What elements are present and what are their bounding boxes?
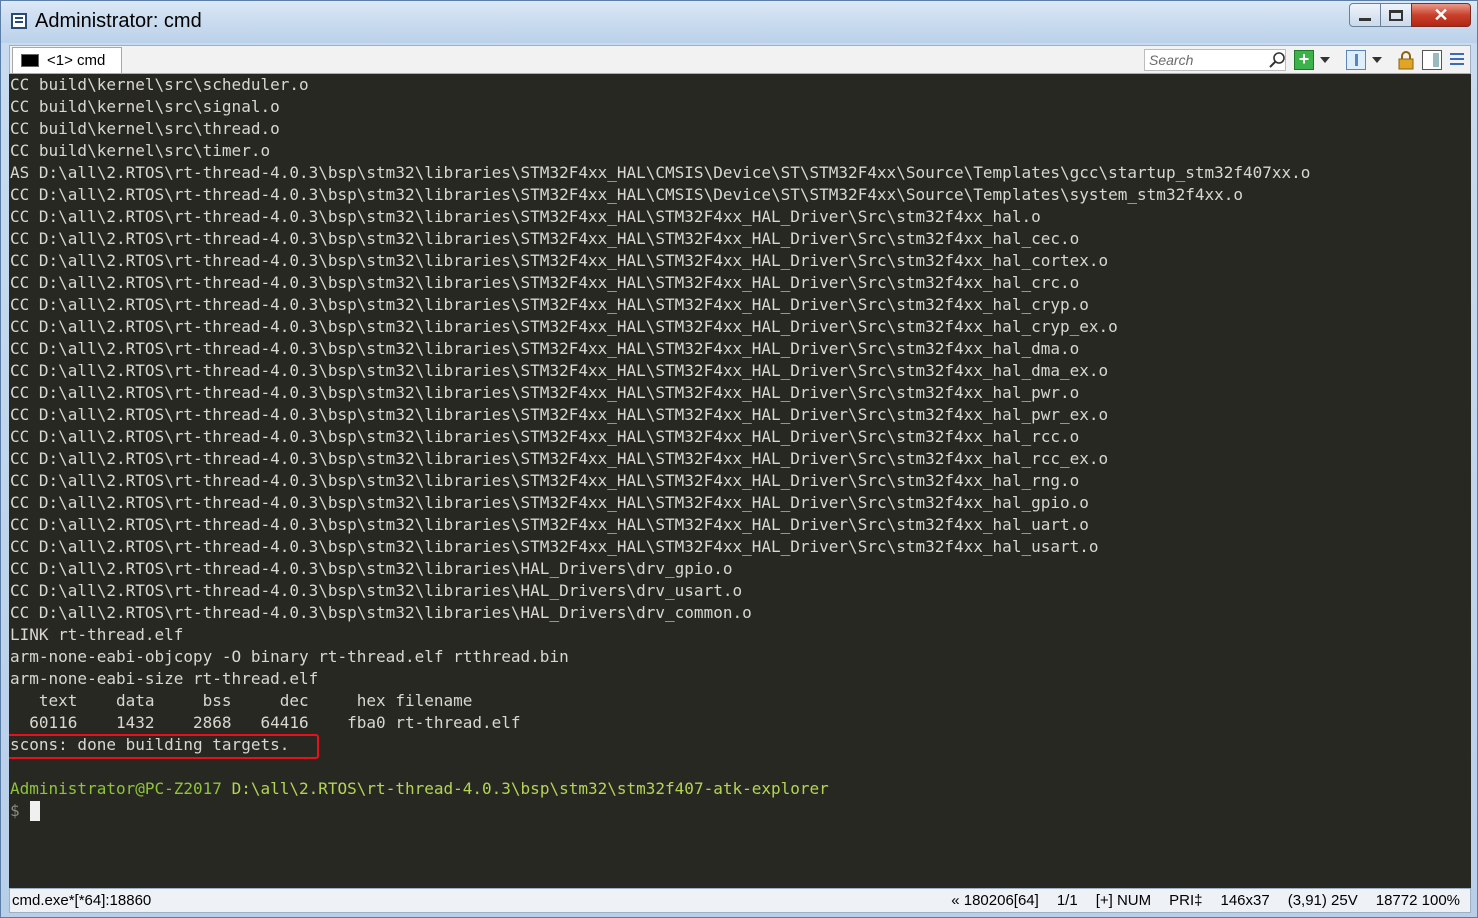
text-cursor bbox=[30, 801, 40, 821]
console-output[interactable]: Administrator@PC-Z2017 D:\all\2.RTOS\rt-… bbox=[9, 74, 1471, 888]
search-input[interactable]: Search bbox=[1144, 49, 1286, 71]
status-bar: cmd.exe*[*64]:18860 « 180206[64] 1/1 [+] N… bbox=[9, 888, 1471, 913]
console-line: CC D:\all\2.RTOS\rt-thread-4.0.3\bsp\stm… bbox=[10, 471, 1080, 490]
console-line: LINK rt-thread.elf bbox=[10, 625, 184, 644]
prompt-line: Administrator@PC-Z2017 D:\all\2.RTOS\rt-… bbox=[10, 778, 829, 800]
status-item[interactable]: PRI‡ bbox=[1169, 892, 1202, 909]
console-line: CC D:\all\2.RTOS\rt-thread-4.0.3\bsp\stm… bbox=[10, 361, 1109, 380]
console-line: CC build\kernel\src\scheduler.o bbox=[10, 75, 309, 94]
lock-icon[interactable] bbox=[1396, 50, 1416, 70]
console-line: CC build\kernel\src\timer.o bbox=[10, 141, 271, 160]
prompt-symbol: $ bbox=[10, 801, 20, 820]
console-window: Administrator: cmd ✕ <1> cmd Search + Ad… bbox=[0, 0, 1478, 918]
console-line: CC D:\all\2.RTOS\rt-thread-4.0.3\bsp\stm… bbox=[10, 427, 1080, 446]
new-console-dropdown-icon[interactable] bbox=[1320, 57, 1330, 63]
search-icon[interactable] bbox=[1268, 51, 1286, 69]
maximize-button[interactable] bbox=[1380, 3, 1412, 27]
title-bar[interactable]: Administrator: cmd ✕ bbox=[1, 1, 1477, 43]
console-line: scons: done building targets. bbox=[10, 735, 290, 754]
console-line: CC build\kernel\src\signal.o bbox=[10, 97, 280, 116]
status-item[interactable]: 1/1 bbox=[1057, 892, 1078, 909]
window-controls: ✕ bbox=[1349, 3, 1471, 27]
status-item[interactable]: 146x37 bbox=[1220, 892, 1269, 909]
window-title: Administrator: cmd bbox=[35, 10, 202, 32]
status-process[interactable]: cmd.exe*[*64]:18860 bbox=[12, 892, 151, 909]
close-icon: ✕ bbox=[1433, 4, 1449, 25]
console-line: CC D:\all\2.RTOS\rt-thread-4.0.3\bsp\stm… bbox=[10, 515, 1089, 534]
status-item[interactable]: (3,91) 25V bbox=[1288, 892, 1358, 909]
new-console-button[interactable]: + bbox=[1294, 50, 1314, 70]
console-line: text data bss dec hex filename bbox=[10, 691, 473, 710]
prompt-user: Administrator@PC-Z2017 bbox=[10, 779, 222, 798]
console-line: CC D:\all\2.RTOS\rt-thread-4.0.3\bsp\stm… bbox=[10, 185, 1243, 204]
console-line: arm-none-eabi-objcopy -O binary rt-threa… bbox=[10, 647, 569, 666]
console-line: 60116 1432 2868 64416 fba0 rt-thread.elf bbox=[10, 713, 521, 732]
minimize-button[interactable] bbox=[1349, 3, 1381, 27]
console-tab-icon bbox=[21, 54, 39, 67]
minimize-icon bbox=[1359, 17, 1371, 21]
console-app-icon[interactable] bbox=[11, 13, 27, 29]
status-info: « 180206[64] 1/1 [+] NUM PRI‡ 146x37 (3,91) 2… bbox=[933, 892, 1460, 909]
split-view-button[interactable] bbox=[1346, 50, 1366, 70]
hamburger-menu-icon[interactable] bbox=[1448, 50, 1468, 70]
console-line: CC D:\all\2.RTOS\rt-thread-4.0.3\bsp\stm… bbox=[10, 383, 1080, 402]
console-line: CC D:\all\2.RTOS\rt-thread-4.0.3\bsp\stm… bbox=[10, 207, 1041, 226]
status-item[interactable]: « 180206[64] bbox=[951, 892, 1039, 909]
maximize-icon bbox=[1389, 9, 1403, 21]
console-line: CC build\kernel\src\thread.o bbox=[10, 119, 280, 138]
console-line: AS D:\all\2.RTOS\rt-thread-4.0.3\bsp\stm… bbox=[10, 163, 1311, 182]
tab-cmd[interactable]: <1> cmd bbox=[12, 47, 122, 73]
plus-icon: + bbox=[1298, 49, 1310, 69]
console-line: CC D:\all\2.RTOS\rt-thread-4.0.3\bsp\stm… bbox=[10, 449, 1109, 468]
console-line: CC D:\all\2.RTOS\rt-thread-4.0.3\bsp\stm… bbox=[10, 317, 1118, 336]
console-line: CC D:\all\2.RTOS\rt-thread-4.0.3\bsp\stm… bbox=[10, 273, 1080, 292]
tab-label: <1> cmd bbox=[47, 52, 106, 69]
console-line: CC D:\all\2.RTOS\rt-thread-4.0.3\bsp\stm… bbox=[10, 559, 733, 578]
status-item[interactable]: [+] NUM bbox=[1096, 892, 1151, 909]
console-line: arm-none-eabi-size rt-thread.elf bbox=[10, 669, 319, 688]
console-line: CC D:\all\2.RTOS\rt-thread-4.0.3\bsp\stm… bbox=[10, 603, 752, 622]
close-button[interactable]: ✕ bbox=[1411, 3, 1471, 27]
prompt-path: D:\all\2.RTOS\rt-thread-4.0.3\bsp\stm32\… bbox=[231, 779, 829, 798]
console-line: CC D:\all\2.RTOS\rt-thread-4.0.3\bsp\stm… bbox=[10, 493, 1089, 512]
split-view-dropdown-icon[interactable] bbox=[1372, 57, 1382, 63]
tab-bar: <1> cmd Search + bbox=[9, 45, 1471, 74]
console-line: CC D:\all\2.RTOS\rt-thread-4.0.3\bsp\stm… bbox=[10, 339, 1080, 358]
console-line: CC D:\all\2.RTOS\rt-thread-4.0.3\bsp\stm… bbox=[10, 405, 1109, 424]
console-line: CC D:\all\2.RTOS\rt-thread-4.0.3\bsp\stm… bbox=[10, 295, 1089, 314]
console-line: CC D:\all\2.RTOS\rt-thread-4.0.3\bsp\stm… bbox=[10, 251, 1109, 270]
console-line: CC D:\all\2.RTOS\rt-thread-4.0.3\bsp\stm… bbox=[10, 229, 1080, 248]
console-line: CC D:\all\2.RTOS\rt-thread-4.0.3\bsp\stm… bbox=[10, 581, 743, 600]
status-item[interactable]: 18772 100% bbox=[1376, 892, 1460, 909]
console-line: CC D:\all\2.RTOS\rt-thread-4.0.3\bsp\stm… bbox=[10, 537, 1099, 556]
panel-toggle-button[interactable] bbox=[1422, 50, 1442, 70]
